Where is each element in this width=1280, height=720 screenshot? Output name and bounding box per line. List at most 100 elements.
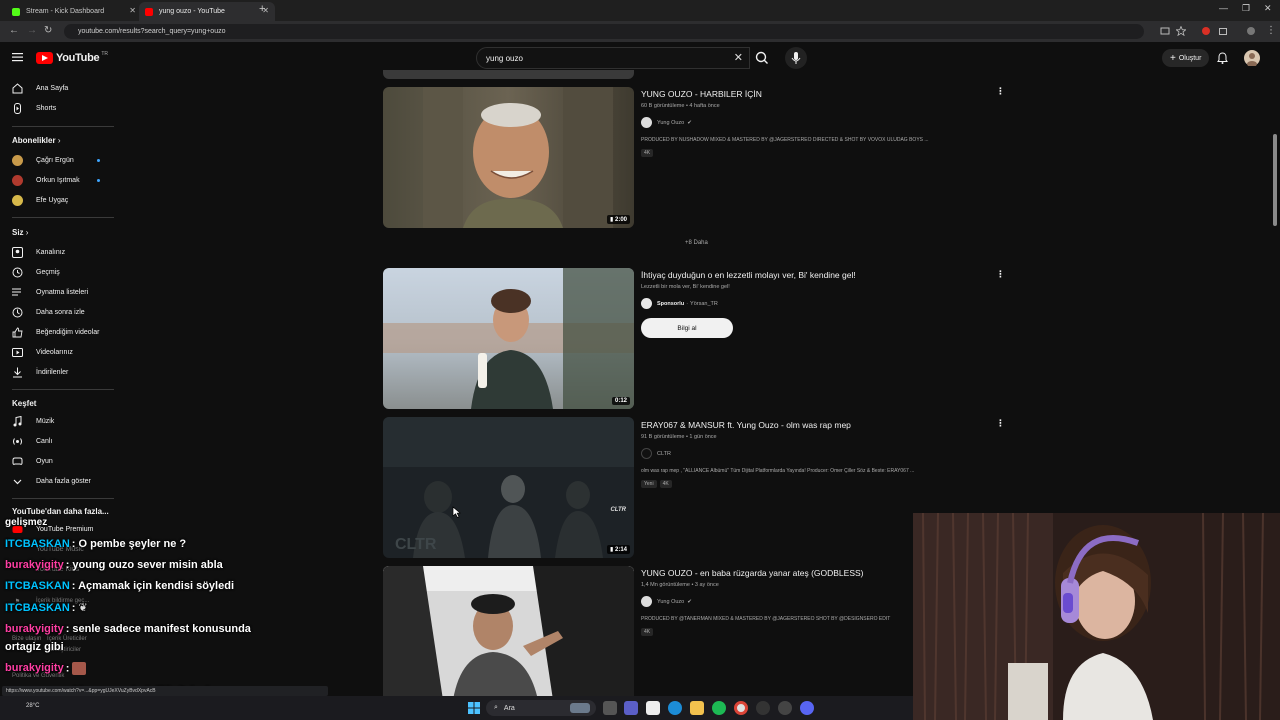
extension-red-icon[interactable] bbox=[1201, 26, 1211, 36]
microphone-icon[interactable] bbox=[785, 47, 807, 69]
star-icon[interactable] bbox=[1176, 26, 1186, 36]
channel-row[interactable]: Yung Ouzo ✔ bbox=[641, 117, 1001, 128]
learn-more-button[interactable]: Bilgi al bbox=[641, 318, 733, 338]
weather-widget[interactable]: 28°C bbox=[26, 703, 39, 709]
window-close-button[interactable]: ✕ bbox=[1264, 3, 1272, 14]
taskbar-search[interactable]: ⌕ Ara bbox=[486, 700, 596, 716]
search-icon[interactable] bbox=[750, 47, 774, 69]
sidebar-item-orkun-isitmak[interactable]: Orkun Işıtmak bbox=[0, 170, 114, 190]
sidebar-item-channel[interactable]: Kanalınız bbox=[0, 242, 114, 262]
sidebar-item-cagri-ergun[interactable]: Çağrı Ergün bbox=[0, 150, 114, 170]
clear-search-icon[interactable]: ✕ bbox=[734, 51, 743, 64]
chevron-down-icon bbox=[13, 479, 22, 484]
sidebar-item-report[interactable]: ⚑ İçerik bildirme geç... bbox=[0, 591, 114, 611]
thumbnail-image bbox=[383, 87, 634, 228]
sidebar-item-watch-later[interactable]: Daha sonra izle bbox=[0, 302, 114, 322]
previous-thumbnail[interactable] bbox=[383, 70, 634, 79]
more-options-icon[interactable]: ⋮ bbox=[996, 269, 1005, 280]
video-thumbnail[interactable]: ▮ 2:00 bbox=[383, 87, 634, 228]
account-avatar[interactable] bbox=[1244, 50, 1260, 66]
chrome-icon[interactable] bbox=[734, 701, 748, 715]
sidebar-item-your-videos[interactable]: Videolarınız bbox=[0, 342, 114, 362]
edge-icon[interactable] bbox=[668, 701, 682, 715]
profile-icon[interactable] bbox=[1246, 26, 1256, 36]
channel-row[interactable]: CLTR bbox=[641, 448, 1001, 459]
search-input[interactable]: yung ouzo ✕ bbox=[476, 47, 750, 69]
minimize-button[interactable]: — bbox=[1219, 3, 1228, 13]
sidebar-item-efe-uygac[interactable]: Efe Uygaç bbox=[0, 190, 114, 210]
video-title[interactable]: ERAY067 & MANSUR ft. Yung Ouzo - olm was… bbox=[641, 420, 1001, 430]
sponsor-row[interactable]: Sponsorlu · Yörsan_TR bbox=[641, 298, 1001, 309]
reload-icon[interactable]: ↻ bbox=[44, 25, 52, 36]
sidebar-item-shorts[interactable]: Shorts bbox=[0, 98, 114, 118]
sidebar-item-label: Daha sonra izle bbox=[36, 308, 85, 316]
tab-kick-dashboard[interactable]: Stream - Kick Dashboard ✕ bbox=[6, 2, 142, 21]
footer-link[interactable]: Bize ulaşın bbox=[12, 636, 41, 642]
video-description: PRODUCED BY NUSHADOW MIXED & MASTERED BY… bbox=[641, 137, 929, 143]
video-title[interactable]: YUNG OUZO - HARBILER İÇİN bbox=[641, 89, 1001, 99]
channel-name[interactable]: Yung Ouzo bbox=[657, 599, 684, 605]
channel-icon bbox=[12, 246, 23, 258]
ad-title[interactable]: İhtiyaç duyduğun o en lezzetli molayı ve… bbox=[641, 270, 1001, 280]
channel-name[interactable]: CLTR bbox=[657, 451, 671, 457]
forward-icon[interactable]: → bbox=[27, 25, 37, 36]
video-thumbnail[interactable] bbox=[383, 566, 634, 700]
back-icon[interactable]: ← bbox=[9, 25, 19, 36]
store-icon[interactable] bbox=[646, 701, 660, 715]
badges: Yeni 4K bbox=[641, 480, 1001, 488]
discord-icon[interactable] bbox=[800, 701, 814, 715]
sidebar-item-show-more[interactable]: Daha fazla göster bbox=[0, 471, 114, 491]
more-options-icon[interactable]: ⋮ bbox=[996, 418, 1005, 429]
page-scrollbar[interactable] bbox=[1273, 134, 1277, 226]
sidebar-item-kids[interactable]: YouTube Kids bbox=[0, 559, 114, 579]
sidebar-item-live[interactable]: Canlı bbox=[0, 431, 114, 451]
hamburger-icon[interactable] bbox=[12, 52, 23, 62]
sidebar-item-music[interactable]: Müzik bbox=[0, 411, 114, 431]
create-button[interactable]: + Oluştur bbox=[1162, 49, 1210, 67]
sidebar-item-label: İçerik bildirme geç... bbox=[36, 598, 90, 604]
puzzle-icon[interactable] bbox=[1218, 26, 1228, 36]
create-label: Oluştur bbox=[1178, 54, 1202, 62]
you-header[interactable]: Siz › bbox=[12, 228, 28, 237]
sidebar-item-home[interactable]: Ana Sayfa bbox=[0, 78, 114, 98]
footer-link[interactable]: Geliştiriciler bbox=[50, 647, 81, 653]
more-results-link[interactable]: +8 Daha bbox=[685, 240, 708, 246]
sidebar-item-music-app[interactable]: YouTube Music bbox=[0, 539, 114, 559]
sidebar-item-premium[interactable]: YouTube Premium bbox=[0, 519, 114, 539]
obs-icon[interactable] bbox=[756, 701, 770, 715]
more-options-icon[interactable]: ⋮ bbox=[996, 86, 1005, 97]
spotify-icon[interactable] bbox=[712, 701, 726, 715]
windows-start-icon[interactable] bbox=[467, 701, 481, 715]
cast-icon[interactable] bbox=[1160, 26, 1170, 36]
close-icon[interactable]: ✕ bbox=[129, 6, 136, 15]
app-icon[interactable] bbox=[778, 701, 792, 715]
ad-thumbnail[interactable]: 0:12 bbox=[383, 268, 634, 409]
footer-link[interactable]: İçerik Üreticiler bbox=[47, 636, 87, 642]
url-field[interactable]: youtube.com/results?search_query=yung+ou… bbox=[64, 24, 1144, 39]
new-content-dot bbox=[97, 178, 100, 182]
sidebar-item-downloads[interactable]: İndirilenler bbox=[0, 362, 114, 382]
file-explorer-icon[interactable] bbox=[690, 701, 704, 715]
youtube-logo[interactable]: YouTube TR bbox=[36, 51, 108, 64]
sidebar-item-gaming[interactable]: Oyun bbox=[0, 451, 114, 471]
sidebar-item-liked-videos[interactable]: Beğendiğim videolar bbox=[0, 322, 114, 342]
bell-icon[interactable] bbox=[1217, 52, 1228, 64]
history-icon bbox=[12, 267, 23, 277]
kick-icon bbox=[12, 7, 20, 16]
badges: 4K bbox=[641, 149, 1001, 157]
advertiser-name[interactable]: Yörsan_TR bbox=[690, 301, 718, 307]
teams-icon[interactable] bbox=[624, 701, 638, 715]
playlist-icon bbox=[12, 288, 21, 295]
footer-link[interactable]: Politika ve Güvenlik bbox=[12, 673, 64, 679]
channel-name[interactable]: Yung Ouzo bbox=[657, 120, 684, 126]
maximize-button[interactable]: ❐ bbox=[1242, 3, 1250, 14]
sidebar-item-label: YouTube Kids bbox=[36, 565, 80, 573]
task-view-icon[interactable] bbox=[603, 701, 617, 715]
sidebar-item-playlists[interactable]: Oynatma listeleri bbox=[0, 282, 114, 302]
subscriptions-header[interactable]: Abonelikler › bbox=[12, 136, 60, 145]
new-tab-button[interactable]: + bbox=[259, 3, 265, 15]
sidebar-item-history[interactable]: Geçmiş bbox=[0, 262, 114, 282]
tab-youtube[interactable]: yung ouzo - YouTube ✕ bbox=[139, 2, 275, 21]
video-thumbnail[interactable]: CLTR CLTR ▮ 2:14 bbox=[383, 417, 634, 558]
menu-icon[interactable]: ⋮ bbox=[1266, 25, 1276, 36]
